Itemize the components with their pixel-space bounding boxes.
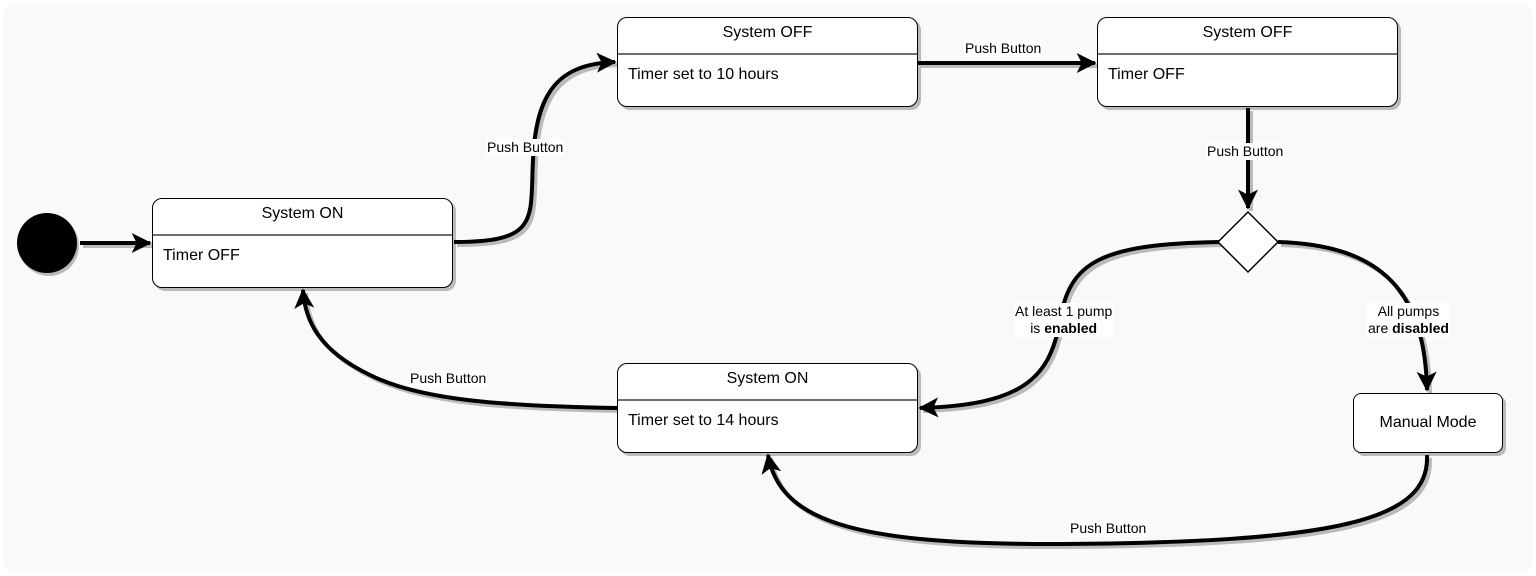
state-manual-mode[interactable]: Manual Mode [1353, 393, 1503, 453]
label-line1: At least 1 pump [1015, 303, 1113, 319]
edge-label-decision-to-s4: At least 1 pump is enabled [1014, 303, 1114, 337]
label-bold: enabled [1044, 320, 1098, 336]
edge-label-s3-to-decision: Push Button [1206, 143, 1285, 160]
state-system-on-timer-off[interactable]: System ON Timer OFF [152, 198, 453, 288]
edge-label-s4-to-s1: Push Button [409, 370, 488, 387]
label-prefix: is [1030, 320, 1045, 336]
state-body: Timer set to 10 hours [628, 66, 779, 83]
initial-state-node[interactable] [17, 213, 77, 273]
state-title: Manual Mode [1379, 414, 1477, 431]
label-bold: disabled [1392, 320, 1449, 336]
state-title: System OFF [618, 18, 917, 55]
state-system-on-timer-14h[interactable]: System ON Timer set to 14 hours [617, 363, 918, 453]
edge-label-s5-to-s4: Push Button [1069, 520, 1148, 537]
state-system-off-timer-10h[interactable]: System OFF Timer set to 10 hours [617, 17, 918, 107]
edge-label-s1-to-s2: Push Button [486, 139, 565, 156]
state-title: System OFF [1098, 18, 1397, 55]
edge-label-decision-to-s5: All pumps are disabled [1367, 303, 1450, 337]
state-body: Timer OFF [163, 247, 240, 264]
state-title: System ON [618, 364, 917, 401]
state-body: Timer set to 14 hours [628, 412, 779, 429]
edge-s4-to-s1 [294, 288, 619, 410]
state-system-off-timer-off[interactable]: System OFF Timer OFF [1097, 17, 1398, 107]
state-body: Timer OFF [1108, 66, 1185, 83]
label-line1: All pumps [1377, 303, 1440, 319]
label-prefix: are [1368, 320, 1393, 336]
state-title: System ON [153, 199, 452, 236]
edge-label-s2-to-s3: Push Button [964, 40, 1043, 57]
